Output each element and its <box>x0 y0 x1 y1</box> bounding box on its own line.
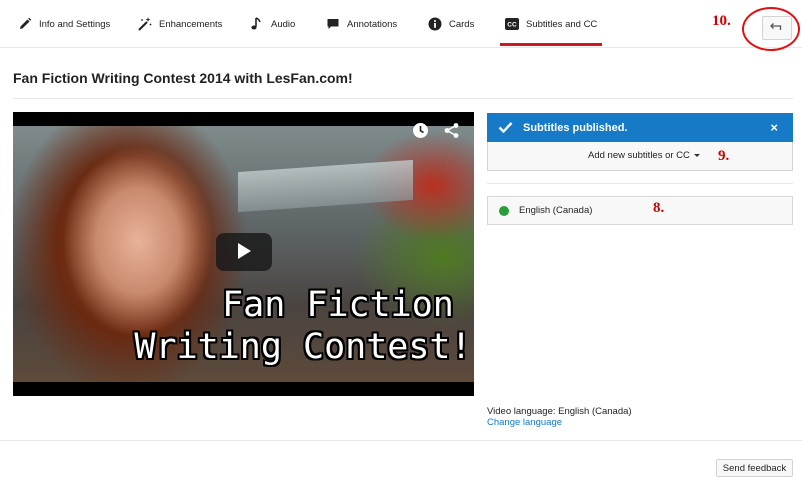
tab-info-and-settings[interactable]: Info and Settings <box>18 0 110 48</box>
thumbnail-awning <box>238 159 413 213</box>
video-title: Fan Fiction Writing Contest 2014 with Le… <box>13 70 353 86</box>
subtitles-published-notice: Subtitles published. × <box>487 113 793 142</box>
annotation-10: 10. <box>712 13 731 29</box>
tab-label: Subtitles and CC <box>526 18 598 30</box>
pencil-icon <box>18 17 32 31</box>
tab-annotations[interactable]: Annotations <box>326 0 397 48</box>
divider <box>487 183 793 184</box>
tab-label: Enhancements <box>159 18 223 30</box>
annotation-9: 9. <box>718 148 730 164</box>
music-note-icon <box>250 17 264 31</box>
info-icon <box>428 17 442 31</box>
video-language: Video language: English (Canada) <box>487 406 632 417</box>
tab-label: Annotations <box>347 18 398 30</box>
video-player[interactable]: Fan Fiction Writing Contest! <box>13 112 474 396</box>
magic-wand-icon <box>138 17 152 31</box>
annotation-8: 8. <box>653 200 665 216</box>
tab-label: Audio <box>271 18 296 30</box>
speech-bubble-icon <box>326 17 340 31</box>
video-language-value: English (Canada) <box>558 406 632 417</box>
svg-text:CC: CC <box>507 22 517 29</box>
change-language-link[interactable]: Change language <box>487 417 562 428</box>
video-caption-line-2: Writing Contest! <box>134 327 472 367</box>
send-feedback-button[interactable]: Send feedback <box>716 459 793 477</box>
tab-enhancements[interactable]: Enhancements <box>138 0 222 48</box>
published-status-dot <box>499 205 509 216</box>
cc-icon: CC <box>505 17 519 31</box>
share-icon[interactable] <box>443 122 460 139</box>
caret-down-icon <box>693 154 700 157</box>
add-subtitles-button[interactable]: Add new subtitles or CC <box>588 150 700 161</box>
divider <box>0 440 802 441</box>
add-subtitles-label: Add new subtitles or CC <box>588 150 690 161</box>
back-button[interactable] <box>762 16 792 40</box>
subtitle-language-row[interactable]: English (Canada) <box>487 196 793 225</box>
tab-label: Cards <box>449 18 475 30</box>
video-language-label: Video language: <box>487 406 556 417</box>
notice-text: Subtitles published. <box>523 121 628 134</box>
add-subtitles-bar: Add new subtitles or CC <box>487 142 793 171</box>
video-caption-line-1: Fan Fiction <box>222 285 454 325</box>
tab-label: Info and Settings <box>39 18 111 30</box>
divider <box>13 98 793 99</box>
clock-icon[interactable] <box>412 122 429 139</box>
tab-subtitles-and-cc[interactable]: CC Subtitles and CC <box>499 0 603 48</box>
close-icon[interactable]: × <box>770 120 778 135</box>
video-overlay-icons <box>412 122 460 139</box>
play-icon <box>236 242 252 263</box>
tab-audio[interactable]: Audio <box>250 0 295 48</box>
tab-bar: Info and Settings Enhancements Audio Ann… <box>0 0 802 48</box>
tab-cards[interactable]: Cards <box>428 0 474 48</box>
back-arrow-icon <box>770 22 784 35</box>
checkmark-icon <box>498 121 513 134</box>
subtitle-language-label: English (Canada) <box>519 205 593 216</box>
play-button[interactable] <box>216 233 272 271</box>
